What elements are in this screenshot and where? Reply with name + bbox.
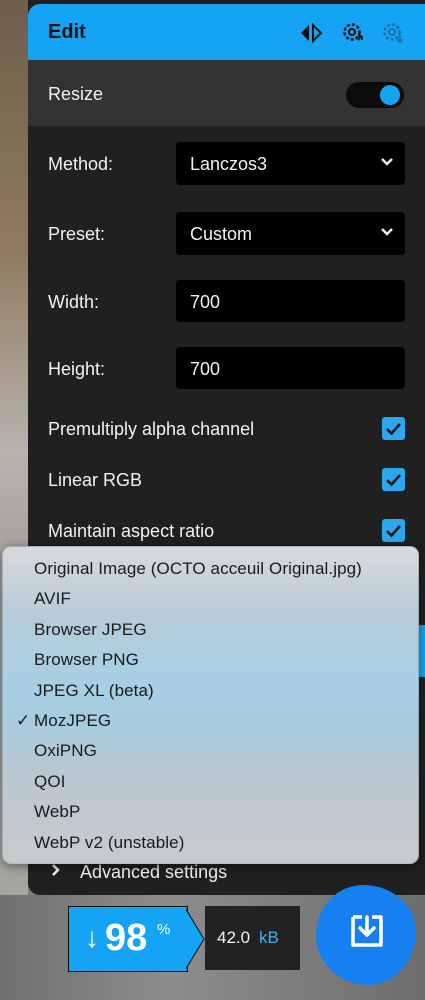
height-input[interactable]: 700: [176, 347, 405, 389]
flip-compare-icon[interactable]: [298, 20, 324, 46]
chevron-down-icon: [381, 158, 393, 166]
codec-option-qoi[interactable]: QOI: [34, 772, 65, 802]
resize-label: Resize: [48, 84, 104, 104]
maintain-aspect-label: Maintain aspect ratio: [48, 521, 215, 541]
checkmark-icon: [386, 474, 401, 487]
chevron-right-icon: [52, 864, 60, 876]
checkmark-icon: [386, 423, 401, 436]
output-size-box: 42.0 kB: [205, 906, 300, 970]
download-button[interactable]: [316, 885, 416, 985]
linear-rgb-checkbox[interactable]: [382, 468, 405, 491]
method-value: Lanczos3: [190, 154, 268, 174]
codec-option-browser-png[interactable]: Browser PNG: [34, 650, 139, 680]
linear-rgb-label: Linear RGB: [48, 470, 143, 490]
codec-option-browser-jpeg[interactable]: Browser JPEG: [34, 620, 147, 650]
height-value: 700: [190, 359, 221, 379]
download-icon: [351, 915, 383, 947]
chevron-down-icon: [381, 228, 393, 236]
edit-title: Edit: [48, 21, 86, 43]
checkmark-icon: [386, 525, 401, 538]
percent-sign: %: [157, 921, 171, 938]
preset-label: Preset:: [48, 224, 106, 244]
premultiply-alpha-label: Premultiply alpha channel: [48, 419, 255, 439]
size-badge-arrow-tip: [184, 906, 205, 972]
width-input[interactable]: 700: [176, 280, 405, 322]
size-reduction-percent: 98: [105, 917, 148, 959]
premultiply-alpha-checkbox[interactable]: [382, 417, 405, 440]
codec-dropdown-menu: Original Image (OCTO acceuil Original.jp…: [2, 546, 419, 864]
codec-option-original[interactable]: Original Image (OCTO acceuil Original.jp…: [34, 559, 362, 589]
import-settings-gear-icon[interactable]: [380, 20, 406, 46]
maintain-aspect-checkbox[interactable]: [382, 519, 405, 542]
preset-value: Custom: [190, 224, 253, 244]
method-label: Method:: [48, 154, 114, 174]
down-arrow-icon: ↓: [85, 922, 99, 953]
method-select[interactable]: Lanczos3: [176, 142, 405, 185]
size-reduction-badge: ↓ 98 %: [68, 906, 188, 972]
width-value: 700: [190, 292, 221, 312]
codec-option-webp[interactable]: WebP: [34, 802, 80, 832]
resize-toggle[interactable]: [346, 82, 404, 108]
resize-row: Resize: [28, 60, 425, 126]
codec-option-mozjpeg[interactable]: MozJPEG: [34, 711, 111, 741]
resize-toggle-knob: [380, 85, 400, 105]
preset-select[interactable]: Custom: [176, 212, 405, 255]
selected-check-icon: ✓: [16, 711, 31, 730]
width-label: Width:: [48, 292, 100, 312]
codec-option-avif[interactable]: AVIF: [34, 589, 71, 619]
advanced-settings-label: Advanced settings: [80, 862, 228, 882]
output-size-unit: kB: [259, 928, 279, 947]
codec-option-webp-v2[interactable]: WebP v2 (unstable): [34, 833, 184, 863]
output-size-value: 42.0: [217, 928, 251, 947]
codec-option-oxipng[interactable]: OxiPNG: [34, 741, 97, 771]
edit-header: Edit: [28, 4, 425, 60]
copy-settings-gear-icon[interactable]: [340, 20, 366, 46]
codec-option-jpeg-xl[interactable]: JPEG XL (beta): [34, 681, 154, 711]
height-label: Height:: [48, 359, 106, 379]
